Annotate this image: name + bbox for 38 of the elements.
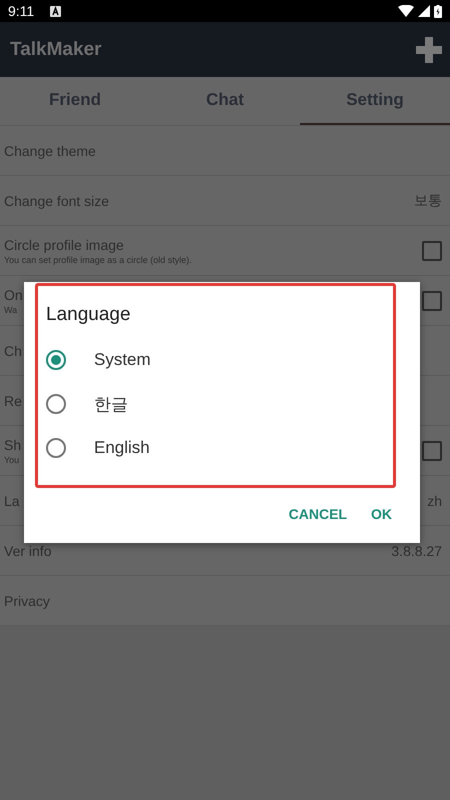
setting-title: Change theme [4,142,96,158]
setting-title: Ch [4,342,22,358]
option-label[interactable]: System [94,350,151,370]
tab[interactable]: Chat [150,77,300,125]
setting-description: Wa [4,304,18,314]
radio-button[interactable] [46,394,66,414]
signal-icon [418,5,430,17]
app-title: TalkMaker [10,38,102,60]
setting-title: Circle profile image [4,236,124,252]
battery-icon [434,4,442,18]
setting-description: You can set profile image as a circle (old style). [4,254,192,264]
checkbox[interactable] [422,440,442,460]
setting-title: Ver info [4,542,52,558]
setting-title: On [4,286,23,302]
setting-value: zh [427,492,442,508]
radio-button[interactable] [46,350,66,370]
notification-icon [50,6,62,16]
settings-row[interactable]: Circle profile image You can set profile image as a circle (old style). [0,226,450,276]
radio-button[interactable] [46,438,66,458]
checkbox[interactable] [422,290,442,310]
clock: 9:11 [8,3,34,19]
dialog-title: Language [46,304,132,326]
setting-title: Privacy [4,592,50,608]
tab[interactable]: Friend [0,77,150,125]
setting-title: La [4,492,20,508]
setting-title: Sh [4,436,22,452]
option-label[interactable]: 한글 [94,392,128,416]
setting-value: 3.8.8.27 [391,542,442,558]
checkbox[interactable] [422,240,442,260]
add-icon[interactable] [416,36,442,62]
setting-description: You [4,454,20,464]
option-label[interactable]: English [94,438,150,458]
wifi-icon [398,5,414,17]
setting-value: 보통 [414,192,442,210]
setting-title: Change font size [4,192,110,208]
settings-row[interactable]: Change font size 보통 [0,176,450,226]
settings-row[interactable]: Change theme [0,126,450,176]
setting-title: Re [4,392,22,408]
